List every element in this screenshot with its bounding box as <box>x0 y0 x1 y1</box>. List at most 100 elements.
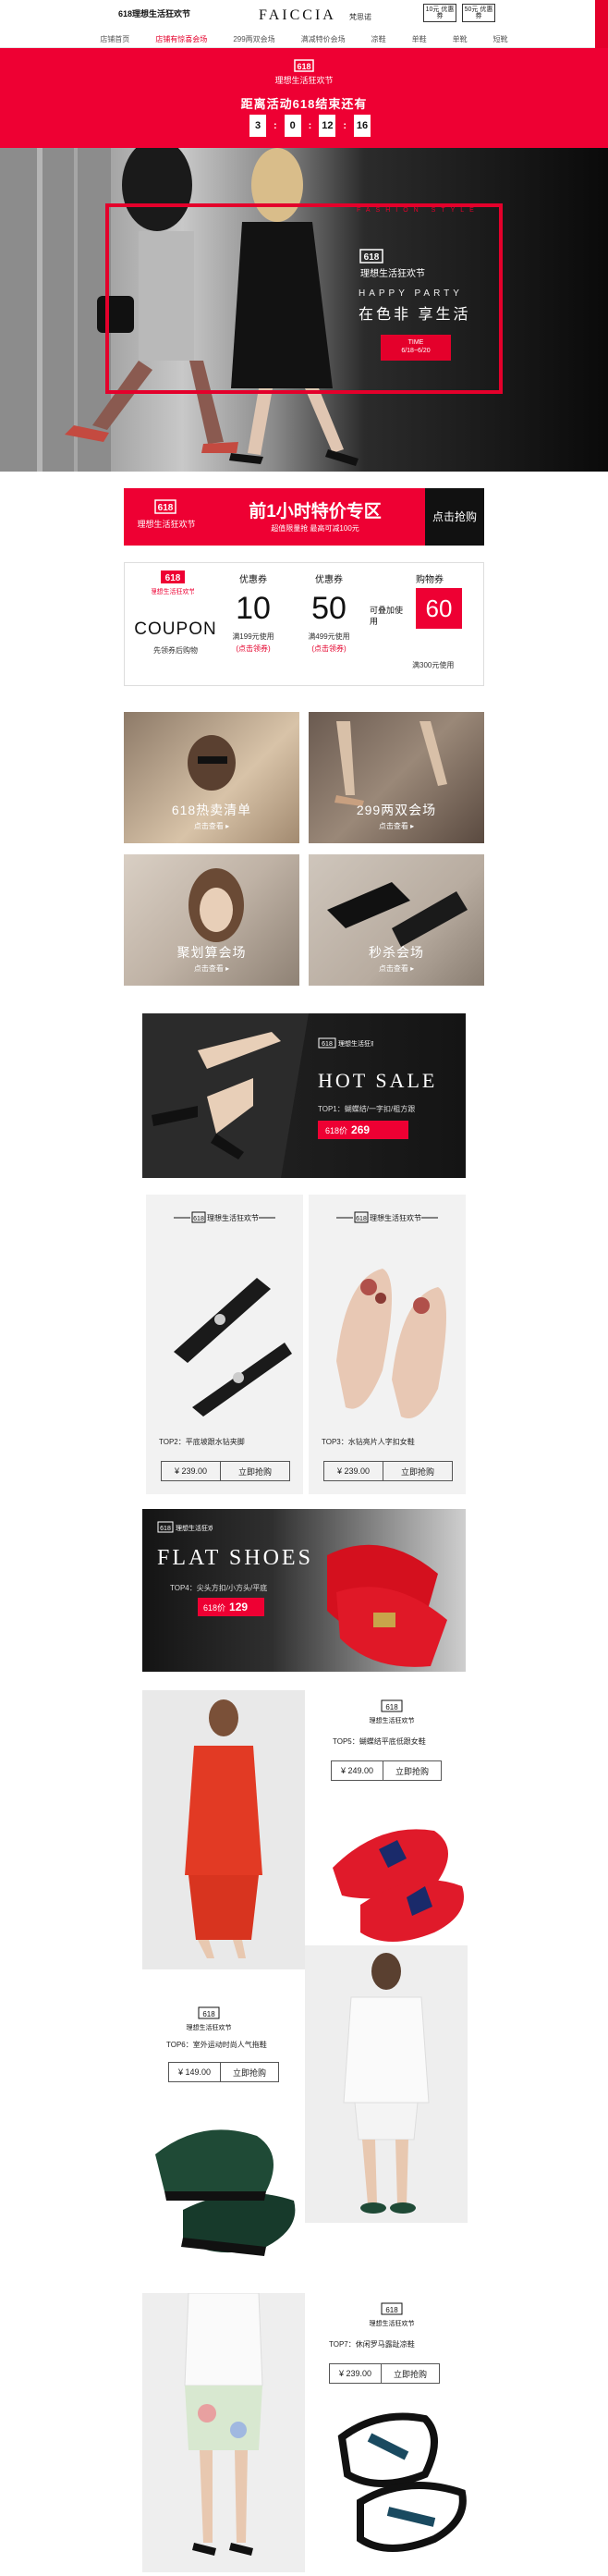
top6-buy-button[interactable]: 立即抢购 <box>221 2063 278 2081</box>
top6-model-illustration <box>343 1953 430 2214</box>
hot-sale-price-label: 618价 <box>325 1125 348 1135</box>
nav-item-surprise[interactable]: 店铺有惊喜会场 <box>142 31 220 48</box>
top6-price: ¥ 149.00 <box>169 2063 221 2081</box>
shop-nav: 店铺首页 店铺有惊喜会场 299两双会场 满减特价会场 凉鞋 单鞋 单靴 短靴 <box>0 31 608 48</box>
coupon-hint: 先领券后购物 <box>153 646 198 655</box>
row-top7-model-image[interactable] <box>142 2293 305 2572</box>
card-top2-buy-button[interactable]: 立即抢购 <box>221 1462 289 1480</box>
svg-text:理想生活狂欢节: 理想生活狂欢节 <box>338 1039 373 1048</box>
top-event-tag: 618理想生活狂欢节 <box>118 9 191 18</box>
top7-logo: 618 理想生活狂欢节 <box>370 2302 415 2327</box>
coupon-50-condition: 满499元使用 <box>308 632 350 641</box>
card-top2-buy-box: ¥ 239.00 立即抢购 <box>161 1461 290 1481</box>
card-top3-buy-button[interactable]: 立即抢购 <box>383 1462 452 1480</box>
countdown-days: 3 <box>249 115 266 137</box>
coupon-10[interactable]: 优惠券 10 满199元使用 (点击领券) <box>225 571 281 654</box>
row-top5-model-image[interactable] <box>142 1690 305 1969</box>
top5-buy-button[interactable]: 立即抢购 <box>383 1761 441 1780</box>
top5-shoe-image[interactable] <box>323 1794 471 1960</box>
svg-text:618: 618 <box>385 2306 398 2314</box>
header-coupon-50[interactable]: 50元 优惠券 <box>462 4 495 22</box>
svg-text:理想生活狂欢节: 理想生活狂欢节 <box>274 75 333 85</box>
hot-sale-banner[interactable] <box>142 1013 466 1178</box>
hero-time-label: TIME <box>407 339 424 346</box>
flat-shoes-price: 129 <box>229 1601 249 1613</box>
nav-item-sandals[interactable]: 凉鞋 <box>359 31 399 48</box>
venue-flash-sale[interactable]: 秒杀会场 点击查看 ▸ <box>309 854 484 986</box>
coupon-10-value: 10 <box>236 591 271 626</box>
top7-price: ¥ 239.00 <box>330 2364 382 2383</box>
hero-time-badge: TIME 6/18~6/20 <box>381 335 451 361</box>
svg-text:618: 618 <box>193 1216 204 1222</box>
nav-item-shoes[interactable]: 单鞋 <box>399 31 440 48</box>
svg-text:618: 618 <box>322 1041 333 1048</box>
header-coupon-10[interactable]: 10元 优惠券 <box>423 4 456 22</box>
hour-event-logo: 618 理想生活狂欢节 <box>137 499 196 529</box>
brand-logo[interactable]: FAICCIA <box>259 7 336 24</box>
nav-item-home[interactable]: 店铺首页 <box>87 31 142 48</box>
venue-299[interactable]: 299两双会场 点击查看 ▸ <box>309 712 484 843</box>
top7-buy-box: ¥ 239.00 立即抢购 <box>329 2363 440 2384</box>
svg-text:618: 618 <box>297 62 310 71</box>
shopping-coupon-60[interactable]: 60 <box>416 588 462 629</box>
venue-299-title: 299两双会场 <box>356 803 437 817</box>
coupon-50-link[interactable]: (点击领券) <box>301 644 357 654</box>
hero-event-logo: 618 理想生活狂欢节 <box>359 249 425 279</box>
hero-slogan: 在色非 享生活 <box>359 307 471 323</box>
venue-juhuasuan-link[interactable]: 点击查看 ▸ <box>124 963 299 974</box>
venue-juhuasuan[interactable]: 聚划算会场 点击查看 ▸ <box>124 854 299 986</box>
hot-sale-price: 269 <box>351 1123 371 1136</box>
top5-buy-box: ¥ 249.00 立即抢购 <box>331 1760 442 1781</box>
card-top3-price: ¥ 239.00 <box>324 1462 383 1480</box>
venue-hot-list[interactable]: 618热卖清单 点击查看 ▸ <box>124 712 299 843</box>
flat-shoes-title: FLAT SHOES <box>157 1546 313 1570</box>
svg-text:618: 618 <box>356 1216 367 1222</box>
coupon-50-value: 50 <box>311 591 347 626</box>
flat-shoes-price-badge[interactable]: 618价 129 <box>198 1598 264 1616</box>
venue-hot-list-link[interactable]: 点击查看 ▸ <box>124 821 299 831</box>
venue-299-link[interactable]: 点击查看 ▸ <box>309 821 484 831</box>
top5-desc: TOP5：蝴蝶结平底低跟女鞋 <box>333 1737 426 1746</box>
card-top3-logo: 618 理想生活狂欢节 <box>336 1211 438 1223</box>
top7-buy-button[interactable]: 立即抢购 <box>382 2364 439 2383</box>
svg-text:理想生活狂欢节: 理想生活狂欢节 <box>370 1716 415 1724</box>
top6-logo: 618 理想生活狂欢节 <box>187 2006 232 2031</box>
countdown-hours: 0 <box>284 115 301 137</box>
svg-text:618: 618 <box>160 1526 171 1532</box>
svg-text:理想生活狂欢节: 理想生活狂欢节 <box>360 267 425 279</box>
flat-shoes-top4: TOP4：尖头方扣/小方头/平底 <box>170 1584 268 1592</box>
card-top3-image <box>336 1269 446 1418</box>
hour-buy-button[interactable]: 点击抢购 <box>425 488 484 546</box>
top6-shoe-image[interactable] <box>146 2099 303 2265</box>
top6-buy-box: ¥ 149.00 立即抢购 <box>168 2062 279 2082</box>
nav-item-discount[interactable]: 满减特价会场 <box>288 31 359 48</box>
countdown-timer: 3 : 0 : 12 : 16 <box>249 115 371 137</box>
coupon-50[interactable]: 优惠券 50 满499元使用 (点击领券) <box>301 571 357 654</box>
countdown-minutes: 12 <box>319 115 336 137</box>
hot-sale-title: HOT SALE <box>318 1069 438 1092</box>
nav-item-short-boots[interactable]: 短靴 <box>480 31 521 48</box>
venue-flash-sale-link[interactable]: 点击查看 ▸ <box>309 963 484 974</box>
top7-shoe-image[interactable] <box>323 2400 471 2570</box>
hot-sale-top1: TOP1：蝴蝶结/一字扣/粗方跟 <box>318 1105 416 1113</box>
top7-desc: TOP7：休闲罗马露趾凉鞋 <box>329 2340 415 2349</box>
shopping-coupon-condition: 满300元使用 <box>412 661 455 669</box>
event-logo: 618 理想生活狂欢节 <box>274 59 334 85</box>
hour-special-title: 前1小时特价专区 <box>249 502 382 521</box>
coupon-10-link[interactable]: (点击领券) <box>225 644 281 654</box>
row-top6-model-image[interactable] <box>305 1945 468 2223</box>
product-card-top2[interactable]: 618 理想生活狂欢节 TOP2：平底坡跟水钻夹脚 ¥ 239.00 立即抢购 <box>146 1195 303 1494</box>
countdown-seconds: 16 <box>354 115 371 137</box>
top7-model-illustration <box>184 2293 263 2556</box>
hot-sale-image <box>142 1013 309 1178</box>
product-card-top3[interactable]: 618 理想生活狂欢节 TOP3：水钻亮片人字扣女鞋 ¥ 239.00 立即抢购 <box>309 1195 466 1494</box>
hot-sale-price-badge[interactable]: 618价 269 <box>318 1121 408 1139</box>
nav-item-boots[interactable]: 单靴 <box>440 31 480 48</box>
svg-text:理想生活狂欢节: 理想生活狂欢节 <box>176 1524 213 1532</box>
nav-item-299[interactable]: 299两双会场 <box>220 31 287 48</box>
shopping-coupon-label: 购物券 <box>416 575 444 585</box>
countdown-title: 距离活动618结束还有 <box>240 97 368 111</box>
coupon-heading: COUPON <box>134 619 217 639</box>
card-top2-image <box>174 1278 292 1417</box>
coupon-10-label: 优惠券 <box>239 575 267 585</box>
